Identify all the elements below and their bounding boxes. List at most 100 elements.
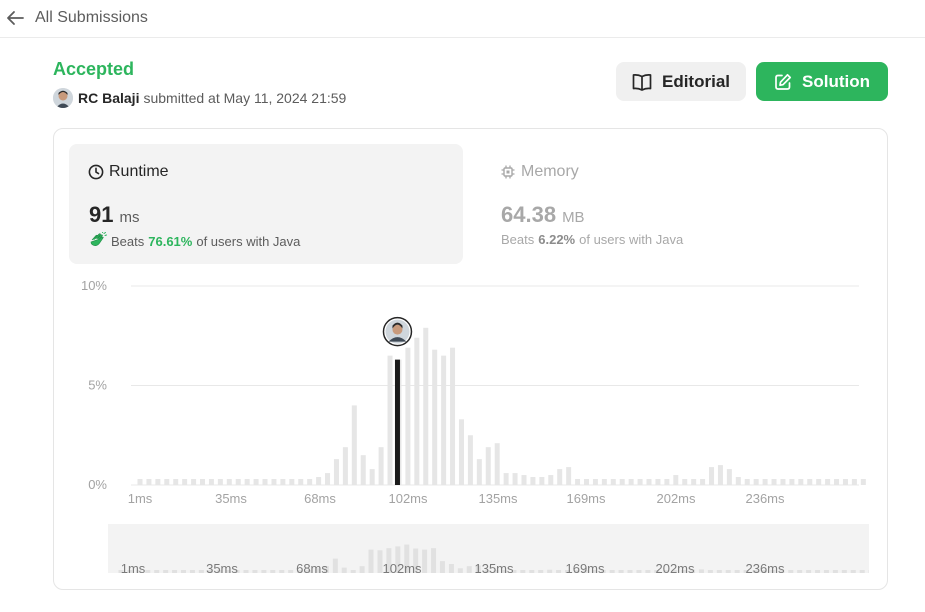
distribution-bar[interactable] [298, 479, 304, 485]
distribution-bar[interactable] [146, 479, 152, 485]
distribution-bar[interactable] [253, 479, 259, 485]
distribution-bar[interactable] [700, 479, 706, 485]
distribution-bar[interactable] [289, 479, 295, 485]
distribution-bar[interactable] [280, 479, 286, 485]
runtime-title-label: Runtime [109, 163, 169, 180]
distribution-bar[interactable] [646, 479, 652, 485]
distribution-bar[interactable] [717, 465, 723, 485]
distribution-bar[interactable] [217, 479, 223, 485]
overview-bar [707, 570, 713, 573]
distribution-bar[interactable] [271, 479, 277, 485]
distribution-bar[interactable] [592, 479, 598, 485]
avatar[interactable] [53, 88, 73, 108]
distribution-bar[interactable] [226, 479, 232, 485]
distribution-bar[interactable] [405, 347, 411, 485]
distribution-bar[interactable] [325, 473, 331, 485]
distribution-bar[interactable] [155, 479, 161, 485]
distribution-bar[interactable] [432, 349, 438, 485]
distribution-bar[interactable] [476, 459, 482, 485]
distribution-bar[interactable] [208, 479, 214, 485]
distribution-bar[interactable] [423, 327, 429, 485]
distribution-bar[interactable] [450, 347, 456, 485]
distribution-bar[interactable] [262, 479, 268, 485]
distribution-bar[interactable] [307, 479, 313, 485]
distribution-bar[interactable] [369, 469, 375, 485]
distribution-bar[interactable] [458, 419, 464, 485]
distribution-bar[interactable] [735, 477, 741, 485]
user-runtime-bar[interactable] [394, 359, 400, 485]
distribution-bar[interactable] [360, 455, 366, 485]
distribution-bar[interactable] [851, 479, 857, 485]
distribution-bar[interactable] [521, 475, 527, 485]
distribution-bar[interactable] [503, 473, 509, 485]
distribution-bar[interactable] [164, 479, 170, 485]
distribution-bar[interactable] [512, 473, 518, 485]
distribution-bar[interactable] [619, 479, 625, 485]
overview-bar [609, 570, 615, 573]
distribution-bar[interactable] [637, 479, 643, 485]
runtime-distribution-chart[interactable]: 10% 5% 0% 1ms 35ms 68ms 102ms 135ms 169ms 202ms 23… [69, 275, 869, 590]
distribution-bar[interactable] [378, 447, 384, 485]
distribution-bar[interactable] [709, 467, 715, 485]
distribution-bar[interactable] [601, 479, 607, 485]
distribution-bar[interactable] [673, 475, 679, 485]
memory-beats-suffix: of users with Java [579, 232, 684, 247]
distribution-bar[interactable] [137, 479, 143, 485]
distribution-bar[interactable] [316, 477, 322, 485]
distribution-bar[interactable] [387, 355, 393, 485]
arrow-left-icon[interactable] [5, 9, 25, 27]
solution-button[interactable]: Solution [756, 62, 888, 101]
distribution-bar[interactable] [816, 479, 822, 485]
all-submissions-link[interactable]: All Submissions [35, 9, 148, 27]
distribution-bar[interactable] [834, 479, 840, 485]
distribution-bar[interactable] [539, 477, 545, 485]
distribution-bar[interactable] [557, 469, 563, 485]
distribution-bar[interactable] [173, 479, 179, 485]
distribution-bar[interactable] [566, 467, 572, 485]
distribution-bar[interactable] [664, 479, 670, 485]
distribution-bar[interactable] [200, 479, 206, 485]
distribution-bar[interactable] [842, 479, 848, 485]
distribution-bar[interactable] [191, 479, 197, 485]
distribution-bar[interactable] [414, 337, 420, 485]
distribution-bar[interactable] [548, 475, 554, 485]
distribution-bar[interactable] [628, 479, 634, 485]
overview-bar [547, 569, 553, 573]
overview-tick-label: 68ms [296, 561, 328, 576]
distribution-bar[interactable] [182, 479, 188, 485]
overview-bar [797, 570, 803, 573]
distribution-bar[interactable] [575, 479, 581, 485]
distribution-bar[interactable] [789, 479, 795, 485]
distribution-bar[interactable] [860, 479, 866, 485]
distribution-bar[interactable] [726, 469, 732, 485]
overview-bar [422, 549, 428, 573]
distribution-bar[interactable] [584, 479, 589, 485]
distribution-bar[interactable] [530, 477, 536, 485]
distribution-bar[interactable] [235, 479, 241, 485]
distribution-bar[interactable] [807, 479, 813, 485]
distribution-bar[interactable] [682, 479, 688, 485]
distribution-bar[interactable] [744, 479, 750, 485]
distribution-bar[interactable] [825, 479, 831, 485]
distribution-bar[interactable] [485, 447, 491, 485]
distribution-bar[interactable] [691, 479, 697, 485]
runtime-stat-card[interactable]: Runtime 91 ms Beats 76.61% of users with… [69, 144, 463, 264]
book-open-icon [632, 73, 652, 91]
distribution-bar[interactable] [342, 447, 348, 485]
distribution-bar[interactable] [780, 479, 786, 485]
distribution-bar[interactable] [441, 355, 447, 485]
distribution-bar[interactable] [333, 459, 339, 485]
distribution-bar[interactable] [771, 479, 777, 485]
memory-stat-card[interactable]: Memory 64.38 MB Beats 6.22% of users wit… [481, 144, 875, 264]
distribution-bar[interactable] [494, 443, 500, 485]
distribution-bar[interactable] [610, 479, 616, 485]
distribution-bar[interactable] [753, 479, 759, 485]
distribution-bar[interactable] [244, 479, 250, 485]
distribution-bar[interactable] [351, 405, 357, 485]
distribution-bar[interactable] [655, 479, 661, 485]
distribution-bar[interactable] [762, 479, 768, 485]
author-name[interactable]: RC Balaji [78, 90, 139, 106]
editorial-button[interactable]: Editorial [616, 62, 746, 101]
distribution-bar[interactable] [467, 435, 473, 485]
distribution-bar[interactable] [798, 479, 804, 485]
